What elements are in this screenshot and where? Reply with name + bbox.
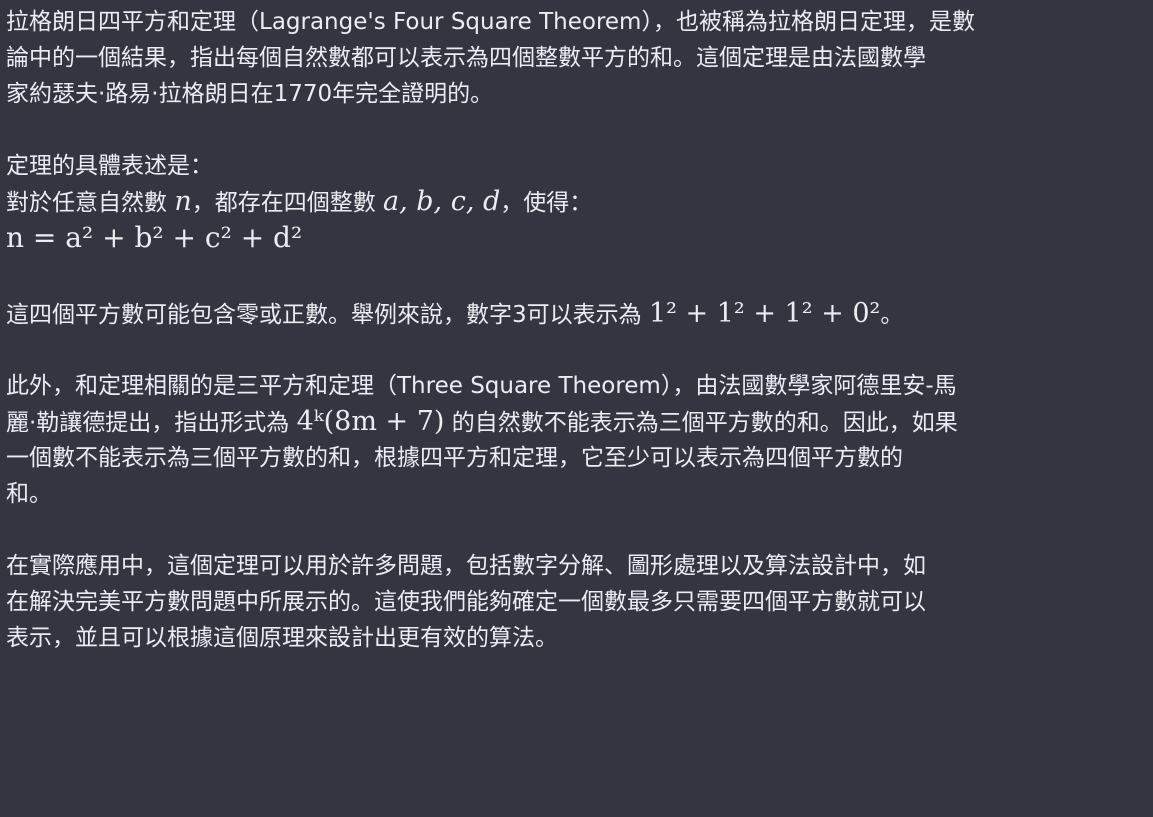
three-square-text: 的自然數不能表示為三個平方數的和。因此，如果 — [444, 410, 958, 436]
three-square-text: 麗·勒讓德提出，指出形式為 — [6, 410, 297, 436]
text-line: 一個數不能表示為三個平方數的和，根據四平方和定理，它至少可以表示為四個平方數的 — [6, 445, 903, 471]
text-line: 拉格朗日四平方和定理（Lagrange's Four Square Theore… — [6, 9, 975, 35]
statement-line: 對於任意自然數 n，都存在四個整數 a, b, c, d，使得： — [6, 184, 1153, 220]
text-line: 論中的一個結果，指出每個自然數都可以表示為四個整數平方的和。這個定理是由法國數學 — [6, 45, 926, 71]
three-square-math: 4ᵏ(8m + 7) — [296, 406, 445, 437]
paragraph-statement: 定理的具體表述是： 對於任意自然數 n，都存在四個整數 a, b, c, d，使… — [6, 148, 1153, 260]
paragraph-example: 這四個平方數可能包含零或正數。舉例來說，數字3可以表示為 1² + 1² + 1… — [6, 296, 1153, 332]
text-line: 家約瑟夫·路易·拉格朗日在1770年完全證明的。 — [6, 81, 494, 107]
statement-text: ，使得： — [500, 190, 593, 216]
paragraph-three-square: 此外，和定理相關的是三平方和定理（Three Square Theorem），由… — [6, 368, 1153, 512]
statement-text: 對於任意自然數 — [6, 190, 175, 216]
assistant-message: 拉格朗日四平方和定理（Lagrange's Four Square Theore… — [0, 0, 1153, 817]
example-end: 。 — [880, 302, 904, 328]
text-line: 此外，和定理相關的是三平方和定理（Three Square Theorem），由… — [6, 373, 957, 399]
example-text: 這四個平方數可能包含零或正數。舉例來說，數字3可以表示為 — [6, 302, 649, 328]
formula-math: n = a² + b² + c² + d² — [6, 221, 303, 254]
text-line: 在實際應用中，這個定理可以用於許多問題，包括數字分解、圖形處理以及算法設計中，如 — [6, 553, 926, 579]
text-line: 和。 — [6, 481, 52, 507]
text-line: 表示，並且可以根據這個原理來設計出更有效的算法。 — [6, 625, 558, 651]
math-variables: a, b, c, d — [383, 186, 501, 217]
paragraph-intro: 拉格朗日四平方和定理（Lagrange's Four Square Theore… — [6, 4, 1153, 112]
math-variable-n: n — [174, 186, 192, 217]
statement-intro: 定理的具體表述是： — [6, 153, 213, 179]
example-line: 這四個平方數可能包含零或正數。舉例來說，數字3可以表示為 1² + 1² + 1… — [6, 296, 1153, 332]
statement-text: ，都存在四個整數 — [191, 190, 384, 216]
paragraph-applications: 在實際應用中，這個定理可以用於許多問題，包括數字分解、圖形處理以及算法設計中，如… — [6, 548, 1153, 656]
theorem-formula: n = a² + b² + c² + d² — [6, 220, 1153, 260]
example-math: 1² + 1² + 1² + 0² — [648, 298, 881, 329]
text-line: 在解決完美平方數問題中所展示的。這使我們能夠確定一個數最多只需要四個平方數就可以 — [6, 589, 926, 615]
text-line: 麗·勒讓德提出，指出形式為 4ᵏ(8m + 7) 的自然數不能表示為三個平方數的… — [6, 404, 1153, 440]
